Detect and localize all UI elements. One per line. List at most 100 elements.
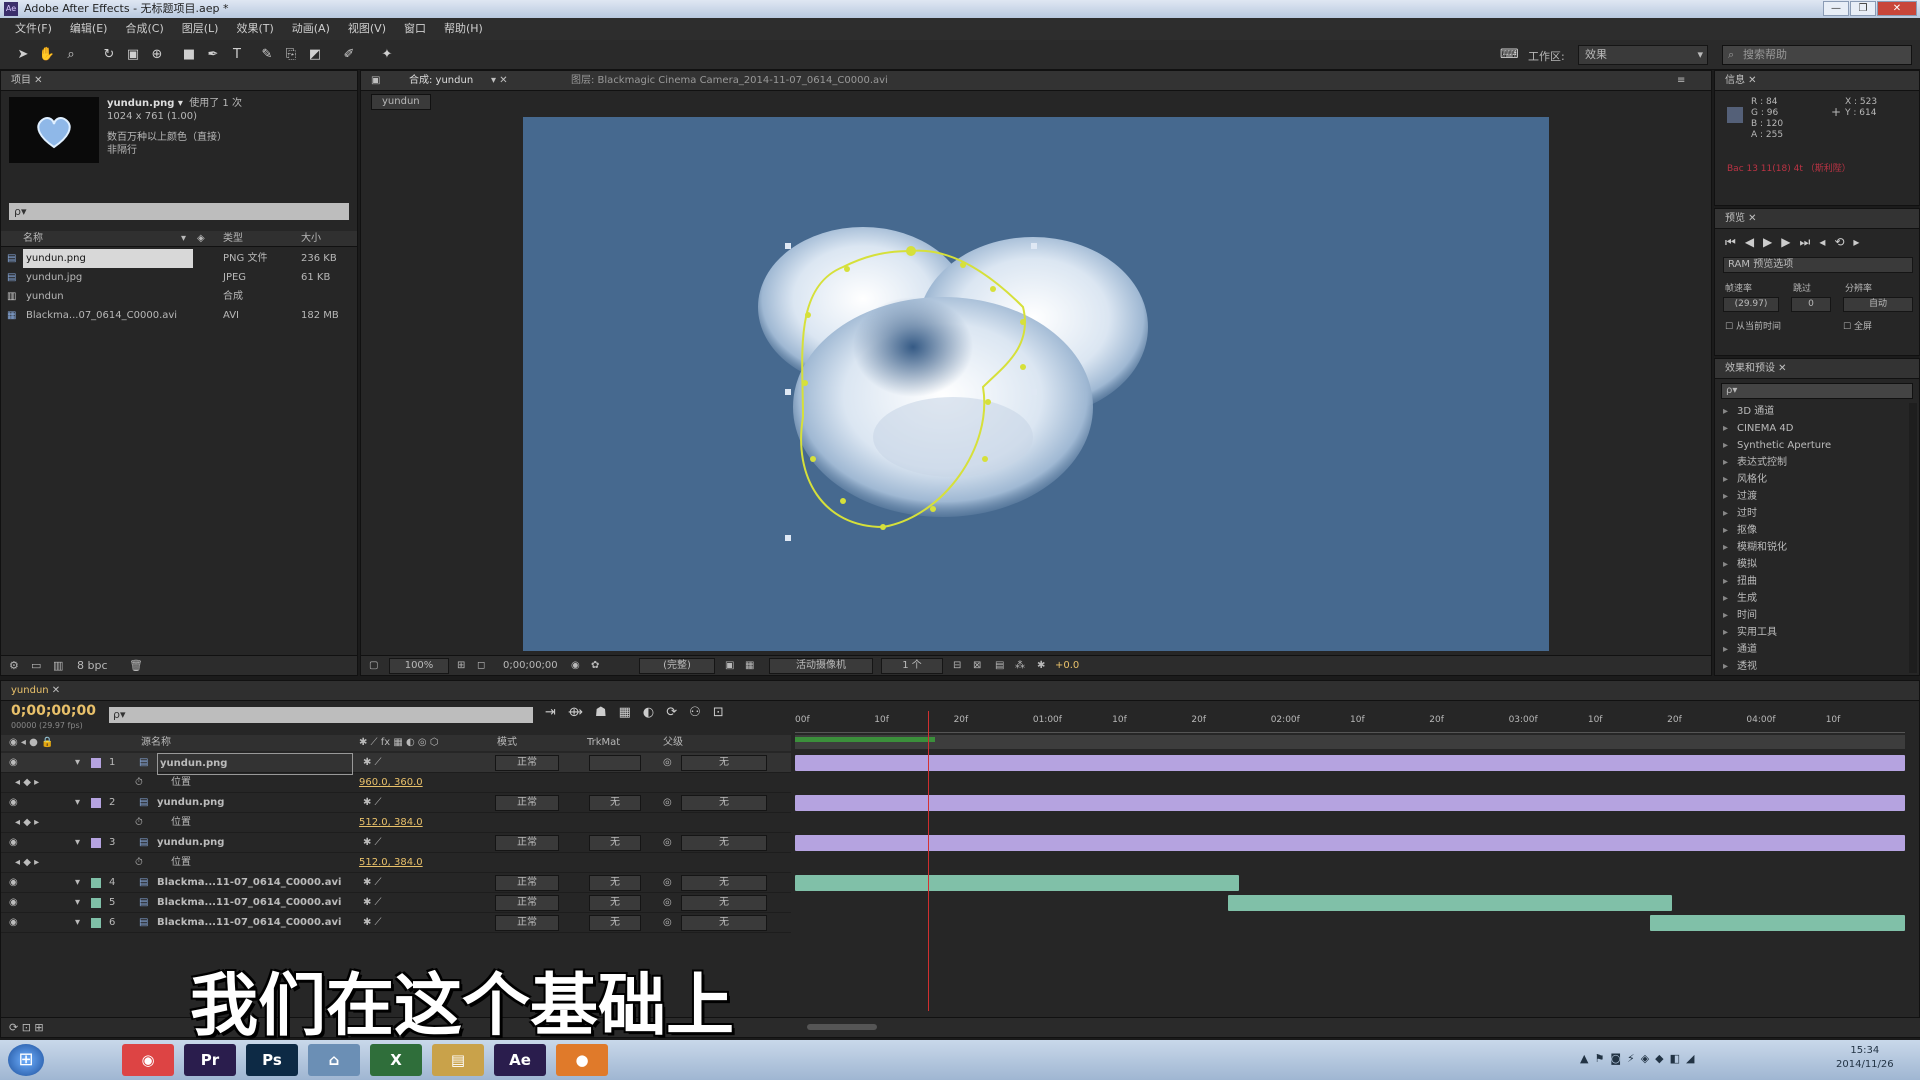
project-search-input[interactable]: ρ▾ xyxy=(9,203,349,220)
maximize-button[interactable]: ❐ xyxy=(1850,1,1876,16)
blend-mode-select[interactable]: 正常 xyxy=(495,835,559,851)
panel-menu-icon[interactable]: ≡ xyxy=(1677,71,1685,91)
taskbar-app-premiere-icon[interactable]: Pr xyxy=(184,1044,236,1076)
text-tool-icon[interactable]: T xyxy=(228,46,246,64)
new-composition-icon[interactable]: ▥ xyxy=(53,656,63,676)
roto-brush-tool-icon[interactable]: ✐ xyxy=(340,46,358,64)
column-trkmat[interactable]: TrkMat xyxy=(587,735,620,751)
timeline-search-input[interactable]: ρ▾ xyxy=(109,707,533,723)
resolution-select[interactable]: (完整) xyxy=(639,658,715,674)
mask-visibility-icon[interactable]: ◻ xyxy=(477,656,485,676)
taskbar-app-excel-icon[interactable]: X xyxy=(370,1044,422,1076)
minimize-button[interactable]: — xyxy=(1823,1,1849,16)
blend-mode-select[interactable]: 正常 xyxy=(495,875,559,891)
preview-tab[interactable]: 预览 ✕ xyxy=(1715,209,1919,229)
parent-pickwhip-icon[interactable]: ◎ xyxy=(663,913,672,933)
visibility-eye-icon[interactable]: ◉ xyxy=(9,893,18,913)
ram-preview-options-select[interactable]: RAM 预览选项 xyxy=(1723,257,1913,273)
safe-zones-icon[interactable]: ⊞ xyxy=(457,656,465,676)
system-tray-icons[interactable]: ▲⚑◙⚡◈◆◧◢ xyxy=(1580,1052,1701,1065)
effects-scrollbar[interactable] xyxy=(1909,403,1917,673)
layer-row[interactable]: ◉ ▾ 1 ▤ yundun.png ✱ ⟋ 正常 ◎ 无 xyxy=(1,753,791,775)
parent-select[interactable]: 无 xyxy=(681,795,767,811)
auto-keyframe-icon[interactable]: ⊡ xyxy=(713,705,736,720)
column-name[interactable]: 名称 xyxy=(23,231,43,247)
layer-name[interactable]: yundun.png xyxy=(157,793,353,813)
visibility-eye-icon[interactable]: ◉ xyxy=(9,873,18,893)
trkmat-select[interactable] xyxy=(589,755,641,771)
loop-icon[interactable]: ⟲ xyxy=(1834,235,1853,249)
expand-arrow-icon[interactable]: ▾ xyxy=(75,793,80,813)
effect-category[interactable]: 透视 xyxy=(1715,658,1907,675)
pan-behind-tool-icon[interactable]: ⊕ xyxy=(148,46,166,64)
blend-mode-select[interactable]: 正常 xyxy=(495,915,559,931)
comp-mini-flowchart-icon[interactable]: ⇥ xyxy=(545,705,568,720)
toggle-switches-icon[interactable]: ⟳ ⊡ ⊞ xyxy=(9,1021,44,1034)
visibility-eye-icon[interactable]: ◉ xyxy=(9,793,18,813)
zoom-tool-icon[interactable]: ⌕ xyxy=(62,46,80,64)
trkmat-select[interactable]: 无 xyxy=(589,915,641,931)
project-item[interactable]: ▤ yundun.png PNG 文件 236 KB xyxy=(1,249,357,268)
show-channel-icon[interactable]: ✿ xyxy=(591,656,599,676)
shy-icon[interactable]: ☗ xyxy=(595,705,619,720)
toggle-pixel-aspect-icon[interactable]: ⊟ xyxy=(953,656,961,676)
effect-category[interactable]: CINEMA 4D xyxy=(1715,420,1907,437)
parent-select[interactable]: 无 xyxy=(681,915,767,931)
label-color-swatch[interactable] xyxy=(91,878,101,888)
keyframe-nav-icon[interactable]: ◂ ◆ ▸ xyxy=(15,853,39,873)
current-time-indicator[interactable] xyxy=(928,711,930,1011)
parent-pickwhip-icon[interactable]: ◎ xyxy=(663,753,672,773)
blend-mode-select[interactable]: 正常 xyxy=(495,895,559,911)
effect-category[interactable]: 表达式控制 xyxy=(1715,454,1907,471)
effect-category[interactable]: 3D 通道 xyxy=(1715,403,1907,420)
parent-pickwhip-icon[interactable]: ◎ xyxy=(663,793,672,813)
effects-tab[interactable]: 效果和预设 ✕ xyxy=(1715,359,1919,379)
expand-arrow-icon[interactable]: ▾ xyxy=(75,913,80,933)
chevron-down-icon[interactable]: ▾ ✕ xyxy=(491,71,508,91)
effect-category[interactable]: 生成 xyxy=(1715,590,1907,607)
tray-clock[interactable]: 15:34 2014/11/26 xyxy=(1836,1044,1894,1072)
layer-duration-bar[interactable] xyxy=(795,835,1905,851)
shy-switch-icon[interactable]: ✱ ⟋ xyxy=(363,793,382,813)
menu-help[interactable]: 帮助(H) xyxy=(435,18,492,40)
parent-pickwhip-icon[interactable]: ◎ xyxy=(663,833,672,853)
taskbar-app-chrome-icon[interactable]: ◉ xyxy=(122,1044,174,1076)
audio-icon[interactable]: ◂ xyxy=(1819,235,1834,249)
frame-blending-icon[interactable]: ▦ xyxy=(619,705,643,720)
menu-effect[interactable]: 效果(T) xyxy=(227,18,282,40)
layer-duration-bar[interactable] xyxy=(795,795,1905,811)
effect-category[interactable]: 扭曲 xyxy=(1715,573,1907,590)
project-item[interactable]: ▤ yundun.jpg JPEG 61 KB xyxy=(1,268,357,287)
ram-preview-icon[interactable]: ▸ xyxy=(1853,235,1868,249)
column-type[interactable]: 类型 xyxy=(223,231,243,247)
menu-file[interactable]: 文件(F) xyxy=(6,18,61,40)
property-value[interactable]: 512.0, 384.0 xyxy=(359,813,423,833)
layer-tab[interactable]: 图层: Blackmagic Cinema Camera_2014-11-07_… xyxy=(571,71,888,91)
layer-row[interactable]: ◉ ▾ 6 ▤ Blackma...11-07_0614_C0000.avi ✱ ⟋ 正常 无… xyxy=(1,913,791,933)
column-size[interactable]: 大小 xyxy=(301,231,321,247)
stopwatch-icon[interactable]: ⏱ xyxy=(135,853,143,873)
rotate-tool-icon[interactable]: ↻ xyxy=(100,46,118,64)
blend-mode-select[interactable]: 正常 xyxy=(495,795,559,811)
effect-category[interactable]: 模拟 xyxy=(1715,556,1907,573)
layer-duration-bar[interactable] xyxy=(1649,915,1905,931)
layer-duration-bar[interactable] xyxy=(1227,895,1672,911)
trkmat-select[interactable]: 无 xyxy=(589,875,641,891)
parent-pickwhip-icon[interactable]: ◎ xyxy=(663,873,672,893)
layer-row[interactable]: ◉ ▾ 3 ▤ yundun.png ✱ ⟋ 正常 无 ◎ 无 xyxy=(1,833,791,853)
region-of-interest-icon[interactable]: ▣ xyxy=(725,656,734,676)
property-row[interactable]: ◂ ◆ ▸ ⏱ 位置 960.0, 360.0 xyxy=(1,773,791,793)
project-tab[interactable]: 项目 ✕ xyxy=(1,71,357,91)
label-color-swatch[interactable] xyxy=(91,898,101,908)
menu-animation[interactable]: 动画(A) xyxy=(283,18,339,40)
hand-tool-icon[interactable]: ✋ xyxy=(38,46,56,64)
zoom-slider[interactable] xyxy=(807,1024,877,1030)
parent-select[interactable]: 无 xyxy=(681,835,767,851)
camera-tool-icon[interactable]: ▣ xyxy=(124,46,142,64)
label-color-swatch[interactable] xyxy=(91,798,101,808)
expand-arrow-icon[interactable]: ▾ xyxy=(75,873,80,893)
always-preview-icon[interactable]: ▢ xyxy=(369,656,378,676)
bit-depth-button[interactable]: 8 bpc xyxy=(77,656,108,676)
lock-icon[interactable]: ▣ xyxy=(371,71,380,91)
expand-arrow-icon[interactable]: ▾ xyxy=(75,833,80,853)
